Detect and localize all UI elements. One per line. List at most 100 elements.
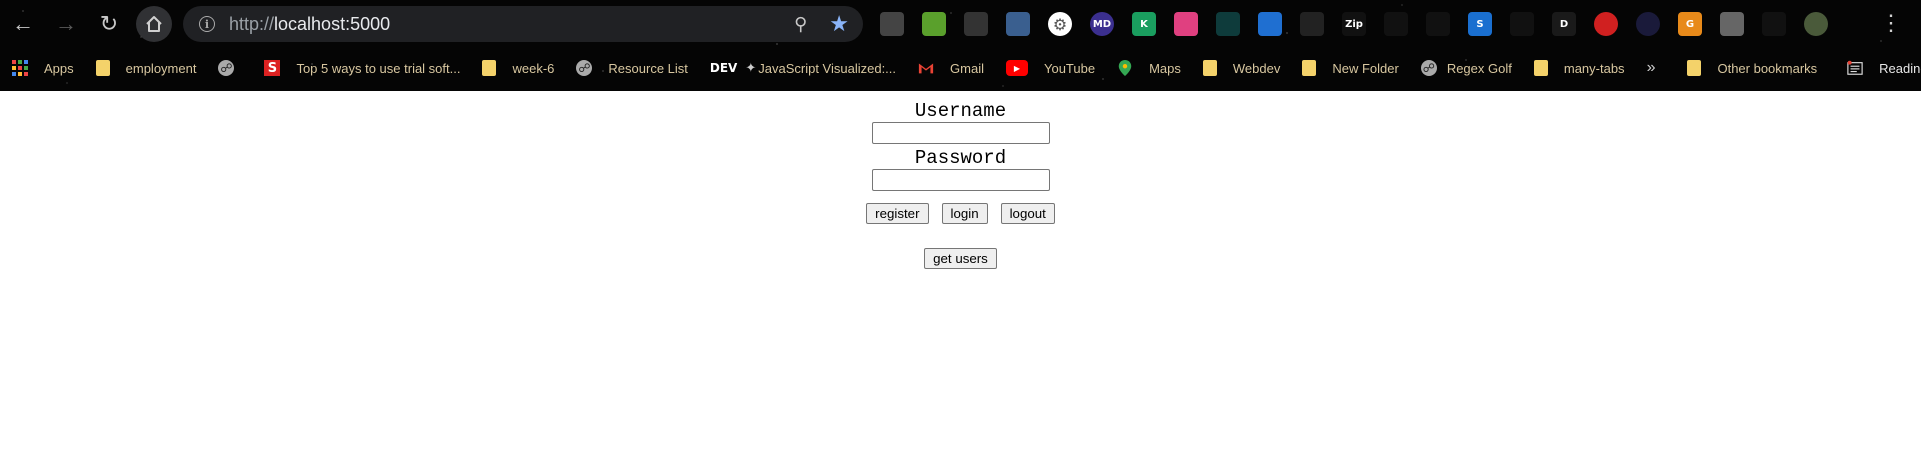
reading-list-button[interactable]: Reading list <box>1835 54 1921 82</box>
folder-icon <box>1687 60 1702 76</box>
image-icon[interactable] <box>1006 12 1030 36</box>
password-input[interactable] <box>871 169 1050 191</box>
bookmark-other-bookmarks[interactable]: Other bookmarks <box>1675 54 1827 82</box>
browser-toolbar: ← → ↻ i http://localhost:5000 ⚲ ★ ⚙ MD K Zi… <box>0 0 1921 48</box>
pokeball-icon[interactable] <box>1594 12 1618 36</box>
extensions-bar: ⚙ MD K Zip S D G <box>880 10 1846 38</box>
get-users-button[interactable]: get users <box>924 248 997 269</box>
reload-icon: ↻ <box>99 11 119 36</box>
camera-icon[interactable] <box>880 12 904 36</box>
folder-icon <box>1302 60 1317 76</box>
folder-icon <box>95 60 110 76</box>
tab-manager-icon[interactable] <box>1720 12 1744 36</box>
username-input[interactable] <box>871 122 1050 144</box>
browser-menu-icon[interactable]: ⋮ <box>1880 10 1902 36</box>
clock-icon[interactable] <box>1426 12 1450 36</box>
bookmark-label: Apps <box>44 60 74 76</box>
arrow-left-icon: ← <box>12 11 34 36</box>
bookmark-label: Webdev <box>1232 60 1281 76</box>
bookmark-webdev[interactable]: Webdev <box>1191 54 1290 82</box>
bookmark-label: Top 5 ways to use trial soft... <box>296 60 461 76</box>
dev-logo-icon: DEV <box>709 61 738 75</box>
profile-avatar-icon[interactable] <box>1804 12 1828 36</box>
arrow-right-icon: → <box>55 11 77 36</box>
bookmarks-bar: Apps employment ☍ S Top 5 ways to use tr… <box>0 54 1921 82</box>
bookmark-label: employment <box>125 60 197 76</box>
bookmark-label: Reading list <box>1879 60 1921 76</box>
bookmark-employment[interactable]: employment <box>84 54 207 82</box>
password-label: Password <box>914 147 1007 169</box>
gear-badge-icon[interactable]: ⚙ <box>1048 12 1072 36</box>
bookmark-label: Maps <box>1149 60 1181 76</box>
logout-button[interactable]: logout <box>1000 203 1055 224</box>
address-bar[interactable]: i http://localhost:5000 ⚲ ★ <box>183 6 863 42</box>
bookmarks-overflow-button[interactable]: » <box>1635 59 1668 77</box>
color-picker-icon[interactable] <box>922 12 946 36</box>
bookmark-label: many-tabs <box>1563 60 1625 76</box>
bookmark-label: Other bookmarks <box>1717 60 1818 76</box>
bookmark-trial-software[interactable]: S Top 5 ways to use trial soft... <box>252 54 470 82</box>
color-wheel-icon[interactable] <box>1174 12 1198 36</box>
bookmark-youtube[interactable]: ▶ YouTube <box>994 54 1105 82</box>
username-label: Username <box>914 100 1007 122</box>
browser-chrome: ← → ↻ i http://localhost:5000 ⚲ ★ ⚙ MD K Zi… <box>0 0 1921 91</box>
gzip-icon[interactable]: Zip <box>1342 12 1366 36</box>
bookmark-new-folder[interactable]: New Folder <box>1290 54 1408 82</box>
zoom-icon[interactable]: ⚲ <box>794 14 807 35</box>
s-logo-icon: S <box>264 60 281 76</box>
apps-grid-icon <box>12 60 28 76</box>
users-actions: get users <box>924 248 997 269</box>
sparkle-icon: ✦ <box>745 60 757 75</box>
briefcase-icon[interactable] <box>1258 12 1282 36</box>
folder-icon <box>1533 60 1548 76</box>
bookmark-globe[interactable]: ☍ <box>206 54 252 82</box>
folder-icon <box>482 60 497 76</box>
bookmark-javascript-visualized[interactable]: DEV ✦ JavaScript Visualized:... <box>698 54 906 82</box>
bookmark-label: Resource List <box>608 60 688 76</box>
youtube-icon: ▶ <box>1005 60 1028 76</box>
auth-buttons: register login logout <box>866 203 1055 224</box>
maps-icon <box>1118 60 1132 76</box>
puzzle-icon[interactable] <box>1762 12 1786 36</box>
code-check-icon[interactable] <box>1216 12 1240 36</box>
home-icon <box>146 16 162 32</box>
bookmark-label: JavaScript Visualized:... <box>758 60 897 76</box>
home-button[interactable] <box>136 6 172 42</box>
globe-icon: ☍ <box>576 60 593 76</box>
g-icon[interactable]: G <box>1678 12 1702 36</box>
k-icon[interactable]: K <box>1132 12 1156 36</box>
gmail-icon <box>918 63 934 74</box>
bookmark-week-6[interactable]: week-6 <box>470 54 564 82</box>
back-button[interactable]: ← <box>9 10 37 38</box>
page-content: Username Password register login logout … <box>0 91 1921 476</box>
moon-icon[interactable] <box>1636 12 1660 36</box>
url-text[interactable]: http://localhost:5000 <box>229 14 794 35</box>
target-icon[interactable] <box>1510 12 1534 36</box>
bookmark-resource-list[interactable]: ☍ Resource List <box>564 54 697 82</box>
bookmark-gmail[interactable]: Gmail <box>906 54 994 82</box>
login-button[interactable]: login <box>941 203 988 224</box>
site-info-icon[interactable]: i <box>199 16 215 32</box>
bookmark-label: Gmail <box>950 60 984 76</box>
s-hook-icon[interactable] <box>1300 12 1324 36</box>
md-icon[interactable]: MD <box>1090 12 1114 36</box>
bookmark-regex-golf[interactable]: ☍ Regex Golf <box>1409 54 1522 82</box>
register-button[interactable]: register <box>866 203 929 224</box>
auth-form: Username Password register login logout … <box>0 91 1921 269</box>
bookmark-star-icon[interactable]: ★ <box>829 11 849 37</box>
d-icon[interactable]: D <box>1552 12 1576 36</box>
s-square-icon[interactable]: S <box>1468 12 1492 36</box>
bookmark-apps[interactable]: Apps <box>0 54 84 82</box>
reload-button[interactable]: ↻ <box>95 10 123 38</box>
forward-button[interactable]: → <box>52 10 80 38</box>
bookmark-label: New Folder <box>1332 60 1399 76</box>
bookmark-label: week-6 <box>512 60 555 76</box>
bookmark-label: YouTube <box>1043 60 1096 76</box>
folder-icon <box>1202 60 1217 76</box>
bookmark-many-tabs[interactable]: many-tabs <box>1522 54 1635 82</box>
react-icon[interactable] <box>1384 12 1408 36</box>
bookmark-maps[interactable]: Maps <box>1105 54 1191 82</box>
bookmark-label: Regex Golf <box>1446 60 1512 76</box>
globe-icon: ☍ <box>1420 60 1437 76</box>
cube-icon[interactable] <box>964 12 988 36</box>
